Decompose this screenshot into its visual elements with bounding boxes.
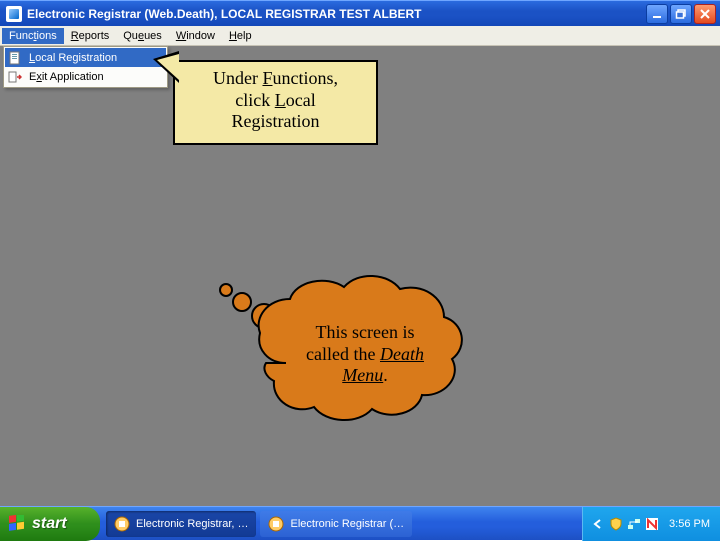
close-button[interactable] (694, 4, 716, 24)
menuitem-local-registration[interactable]: Local Registration (5, 48, 166, 67)
task-item[interactable]: Electronic Registrar, … (106, 511, 256, 537)
restore-button[interactable] (670, 4, 692, 24)
task-item-label: Electronic Registrar (… (290, 518, 404, 530)
windows-logo-icon (8, 515, 26, 533)
menu-queues[interactable]: Queues (116, 28, 169, 44)
app-task-icon (114, 516, 130, 532)
window-controls (646, 4, 716, 24)
app-icon (6, 6, 22, 22)
minimize-button[interactable] (646, 4, 668, 24)
menu-functions[interactable]: Functions (2, 28, 64, 44)
task-item[interactable]: Electronic Registrar (… (260, 511, 412, 537)
menu-reports[interactable]: Reports (64, 28, 117, 44)
start-label: start (32, 515, 67, 533)
cloud-text: This screen is called the Death Menu. (265, 322, 465, 387)
document-icon (7, 50, 23, 66)
menuitem-label: Local Registration (29, 52, 117, 64)
menuitem-label: Exit Application (29, 71, 104, 83)
window-title: Electronic Registrar (Web.Death), LOCAL … (27, 7, 646, 21)
menu-bar: Functions Reports Queues Window Help (0, 26, 720, 46)
menu-help[interactable]: Help (222, 28, 259, 44)
clock[interactable]: 3:56 PM (669, 518, 710, 530)
task-item-label: Electronic Registrar, … (136, 518, 248, 530)
menuitem-exit-application[interactable]: Exit Application (5, 67, 166, 86)
instruction-callout: Under Functions, click Local Registratio… (173, 60, 378, 145)
tray-shield-icon[interactable] (609, 517, 623, 531)
tray-network-icon[interactable] (627, 517, 641, 531)
callout-text: Under Functions, click Local Registratio… (175, 62, 376, 139)
functions-dropdown: Local Registration Exit Application (3, 46, 168, 88)
system-tray[interactable]: 3:56 PM (582, 507, 720, 541)
title-bar: Electronic Registrar (Web.Death), LOCAL … (0, 0, 720, 26)
task-items: Electronic Registrar, … Electronic Regis… (100, 507, 418, 540)
menu-window[interactable]: Window (169, 28, 222, 44)
tray-hide-icon[interactable] (591, 517, 605, 531)
taskbar: start Electronic Registrar, … Electronic… (0, 506, 720, 540)
app-task-icon (268, 516, 284, 532)
exit-icon (7, 69, 23, 85)
start-button[interactable]: start (0, 507, 100, 541)
tray-novell-icon[interactable] (645, 517, 659, 531)
